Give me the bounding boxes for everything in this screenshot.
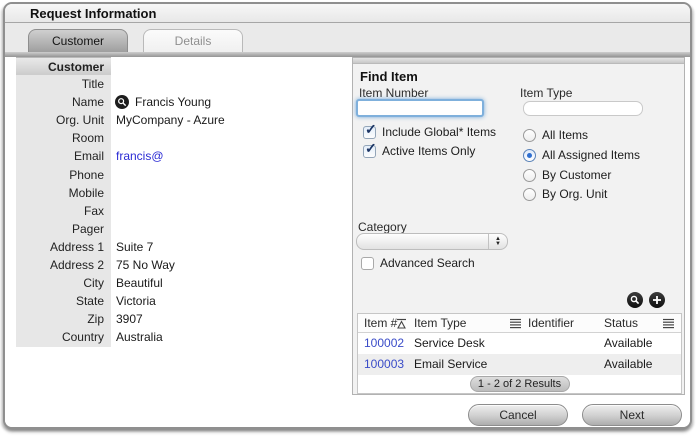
field-row-state: State Victoria (16, 292, 346, 310)
tab-details[interactable]: Details (143, 29, 243, 52)
checkbox-icon[interactable]: ✓ (363, 126, 376, 139)
results-table: Item # Item Type Identifier Status 10000… (357, 313, 682, 394)
radio-by-customer[interactable]: By Customer (523, 168, 611, 182)
field-row-country: Country Australia (16, 328, 346, 346)
checkbox-include-global[interactable]: ✓ Include Global* Items (363, 125, 496, 139)
find-item-panel: Find Item Item Number Item Type ✓ Includ… (352, 57, 685, 395)
column-menu-icon[interactable] (663, 318, 674, 329)
item-number-input[interactable] (356, 99, 484, 117)
field-row-address2: Address 2 75 No Way (16, 256, 346, 274)
search-icon (629, 294, 641, 306)
cancel-button[interactable]: Cancel (468, 404, 568, 426)
customer-lookup-search-icon[interactable] (115, 95, 129, 109)
checkbox-active-items-only[interactable]: ✓ Active Items Only (363, 144, 475, 158)
next-button[interactable]: Next (582, 404, 682, 426)
radio-all-items[interactable]: All Items (523, 128, 588, 142)
field-row-fax: Fax (16, 202, 346, 220)
field-row-pager: Pager (16, 220, 346, 238)
results-header-row: Item # Item Type Identifier Status (358, 314, 681, 333)
field-row-name: Name Francis Young (16, 93, 346, 111)
sort-ascending-icon[interactable] (396, 318, 407, 329)
field-row-email: Email francis@ (16, 147, 346, 165)
results-pagination-row: 1 - 2 of 2 Results (358, 375, 681, 393)
radio-icon[interactable] (523, 169, 536, 182)
column-header-status[interactable]: Status (604, 314, 638, 333)
checkbox-icon[interactable]: ✓ (363, 145, 376, 158)
dialog-title: Request Information (30, 6, 156, 21)
email-link[interactable]: francis@ (111, 147, 164, 165)
field-row-zip: Zip 3907 (16, 310, 346, 328)
tab-customer[interactable]: Customer (28, 29, 128, 52)
item-number-link[interactable]: 100003 (364, 354, 404, 375)
checkbox-advanced-search[interactable]: Advanced Search (361, 256, 475, 270)
select-stepper-icon[interactable]: ▲▼ (488, 234, 507, 249)
item-type-label: Item Type (520, 86, 572, 100)
field-row-mobile: Mobile (16, 184, 346, 202)
radio-icon[interactable] (523, 129, 536, 142)
field-row-room: Room (16, 129, 346, 147)
radio-icon-selected[interactable] (523, 149, 536, 162)
column-header-item-number[interactable]: Item # (364, 314, 397, 333)
section-header-label: Customer (16, 57, 111, 75)
radio-by-org-unit[interactable]: By Org. Unit (523, 187, 607, 201)
request-information-dialog: Request Information Customer Details Cus… (0, 0, 700, 438)
radio-icon[interactable] (523, 188, 536, 201)
add-item-button[interactable] (649, 292, 665, 308)
category-label: Category (358, 220, 407, 234)
field-row-city: City Beautiful (16, 274, 346, 292)
status-value: Available (604, 333, 652, 354)
result-row-2: 100003 Email Service Available (358, 354, 681, 375)
category-select[interactable]: ▲▼ (356, 233, 508, 250)
item-number-link[interactable]: 100002 (364, 333, 404, 354)
pagination-button[interactable]: 1 - 2 of 2 Results (470, 376, 570, 392)
field-row-title: Title (16, 75, 346, 93)
column-menu-icon[interactable] (510, 318, 521, 329)
customer-name: Francis Young (135, 93, 211, 111)
plus-icon (651, 294, 663, 306)
result-row-1: 100002 Service Desk Available (358, 333, 681, 354)
form-section-header: Customer (16, 57, 346, 75)
column-header-item-type[interactable]: Item Type (414, 314, 466, 333)
checkbox-icon[interactable] (361, 257, 374, 270)
field-row-org-unit: Org. Unit MyCompany - Azure (16, 111, 346, 129)
radio-all-assigned-items[interactable]: All Assigned Items (523, 148, 640, 162)
customer-form: Customer Title Name Francis Young Org. U… (16, 57, 346, 347)
find-item-title: Find Item (360, 69, 418, 84)
column-header-identifier[interactable]: Identifier (528, 314, 574, 333)
search-items-button[interactable] (627, 292, 643, 308)
item-number-label: Item Number (359, 86, 428, 100)
field-row-address1: Address 1 Suite 7 (16, 238, 346, 256)
field-row-phone: Phone (16, 166, 346, 184)
status-value: Available (604, 354, 652, 375)
item-type-input[interactable] (523, 101, 643, 116)
panel-header-strip (353, 58, 684, 64)
